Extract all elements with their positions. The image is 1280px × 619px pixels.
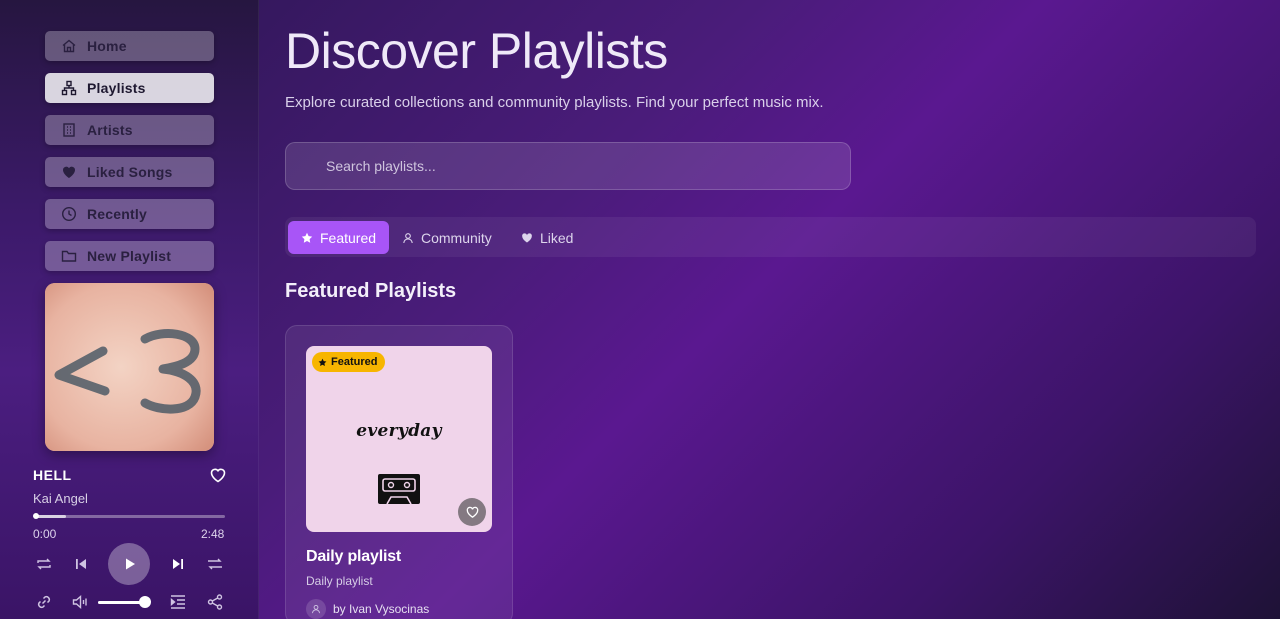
play-icon [126,558,135,570]
nav-recently[interactable]: Recently [45,199,214,229]
clock-icon [61,206,77,222]
tab-featured[interactable]: Featured [288,221,390,254]
track-title: HELL [33,467,72,483]
nav-label: Artists [87,122,133,138]
progress-bar[interactable] [33,513,225,519]
nav-label: Playlists [87,80,146,96]
link-icon [37,595,51,609]
nav-label: Recently [87,206,147,222]
playlist-title[interactable]: Daily playlist [306,548,401,566]
volume-icon [72,594,87,610]
previous-icon [76,559,86,569]
like-track-button[interactable] [209,466,227,484]
nav-new-playlist[interactable]: New Playlist [45,241,214,271]
volume-knob[interactable] [139,596,151,608]
heart-icon [61,164,77,180]
nav-artists[interactable]: Artists [45,115,214,145]
user-icon [312,604,320,614]
share-button[interactable] [205,592,225,612]
hierarchy-icon [61,80,77,96]
search-input[interactable] [285,142,851,190]
tab-label: Featured [320,229,377,246]
progress-fill [36,515,66,518]
heart-icon [466,506,478,518]
avatar [306,599,326,619]
section-title: Featured Playlists [285,280,457,302]
folder-icon [61,248,77,264]
playlist-author[interactable]: by Ivan Vysocinas [306,599,429,619]
share-link-button[interactable] [34,592,54,612]
duration: 2:48 [201,527,225,541]
user-icon [403,232,413,243]
volume-slider[interactable] [98,596,151,608]
previous-button[interactable] [71,554,91,574]
badge-label: Featured [331,356,378,368]
album-art-image [45,283,214,451]
album-art [45,283,214,451]
queue-button[interactable] [168,592,188,612]
nav-home[interactable]: Home [45,31,214,61]
nav-liked-songs[interactable]: Liked Songs [45,157,214,187]
star-icon [301,232,313,243]
track-artist[interactable]: Kai Angel [33,491,88,506]
tab-bar: Featured Community Liked [285,217,1256,257]
play-button[interactable] [108,543,150,585]
featured-badge: Featured [312,352,386,372]
next-button[interactable] [168,554,188,574]
heart-icon [210,468,226,483]
star-icon [318,358,327,366]
repeat-button[interactable] [34,554,54,574]
nav-label: Home [87,38,127,54]
queue-icon [170,595,185,609]
repeat-icon [37,558,51,570]
volume-button[interactable] [70,592,90,612]
volume-fill [98,601,145,604]
share-icon [207,594,223,610]
shuffle-icon [208,558,222,570]
shuffle-button[interactable] [205,554,225,574]
playlist-card[interactable]: Featured everyday Daily playlist Daily p… [285,325,513,619]
page-title: Discover Playlists [285,23,668,79]
tab-label: Liked [540,229,574,246]
tab-label: Community [421,229,492,246]
next-icon [173,559,183,569]
sidebar: Home Playlists Artists Liked Songs Recen… [0,0,259,619]
tab-liked[interactable]: Liked [521,221,573,254]
page-subtitle: Explore curated collections and communit… [285,94,824,111]
like-playlist-button[interactable] [458,498,486,526]
playlist-description: Daily playlist [306,574,373,588]
progress-knob[interactable] [33,513,39,519]
nav-label: Liked Songs [87,164,173,180]
author-name: by Ivan Vysocinas [333,602,430,616]
heart-icon [522,232,532,242]
cover-text: everyday [356,421,442,441]
home-icon [61,38,77,54]
cassette-icon [378,474,420,505]
tab-community[interactable]: Community [402,221,492,254]
building-icon [61,122,77,138]
nav-playlists[interactable]: Playlists [45,73,214,103]
playlist-cover: Featured everyday [306,346,492,532]
nav-label: New Playlist [87,248,172,264]
current-time: 0:00 [33,527,57,541]
